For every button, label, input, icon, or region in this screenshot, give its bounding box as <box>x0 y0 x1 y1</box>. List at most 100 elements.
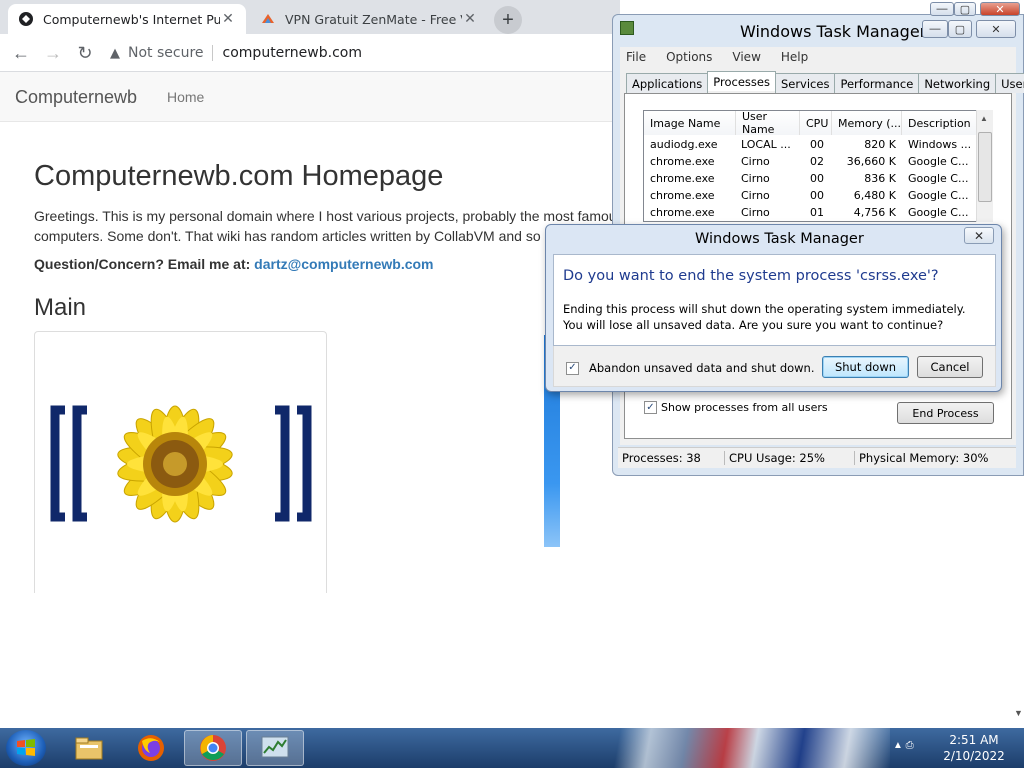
scrollbar-thumb[interactable] <box>978 132 992 202</box>
column-image-name[interactable]: Image Name <box>644 111 736 135</box>
process-desc: Google C... <box>908 206 969 219</box>
menu-file[interactable]: File <box>626 50 646 64</box>
clock-time: 2:51 AM <box>949 733 999 747</box>
intro-line: computers. Some don't. That wiki has ran… <box>34 228 541 244</box>
process-mem: 6,480 K <box>853 189 896 202</box>
close-tab-icon[interactable]: ✕ <box>462 11 478 27</box>
tab-title: VPN Gratuit ZenMate - Free VPN <box>285 11 462 27</box>
task-manager-tabs: Applications Processes Services Performa… <box>626 71 1024 93</box>
process-row[interactable]: audiodg.exe LOCAL ... 00 820 K Windows ... <box>644 136 979 153</box>
url-text[interactable]: computernewb.com <box>211 45 362 61</box>
abandon-data-label: Abandon unsaved data and shut down. <box>589 361 815 375</box>
menu-options[interactable]: Options <box>666 50 712 64</box>
address-bar[interactable]: ▲ Not secure computernewb.com <box>110 39 362 67</box>
process-mem: 36,660 K <box>846 155 896 168</box>
process-desc: Windows ... <box>908 138 972 151</box>
column-user-name[interactable]: User Name <box>736 111 800 136</box>
task-manager-app-icon <box>620 21 634 35</box>
process-cpu: 01 <box>810 206 824 219</box>
process-cpu: 00 <box>810 189 824 202</box>
process-image: chrome.exe <box>650 189 715 202</box>
process-row[interactable]: chrome.exe Cirno 02 36,660 K Google C... <box>644 153 979 170</box>
site-brand[interactable]: Computernewb <box>15 87 137 108</box>
tab-networking[interactable]: Networking <box>918 73 997 93</box>
process-list[interactable]: Image Name User Name CPU Memory (... Des… <box>643 110 993 222</box>
dialog-description: Ending this process will shut down the o… <box>563 302 966 332</box>
column-memory[interactable]: Memory (... <box>832 111 902 135</box>
menu-help[interactable]: Help <box>781 50 808 64</box>
back-icon[interactable]: ← <box>8 40 34 66</box>
show-all-users-option[interactable]: ✓ Show processes from all users <box>644 401 828 414</box>
column-description[interactable]: Description <box>902 111 978 135</box>
system-clock[interactable]: 2:51 AM 2/10/2022 <box>938 732 1010 764</box>
contact-email-link[interactable]: dartz@computernewb.com <box>254 256 433 272</box>
tab-strip: Computernewb's Internet Pub H ✕ VPN Grat… <box>0 0 620 34</box>
process-mem: 820 K <box>864 138 896 151</box>
process-image: chrome.exe <box>650 206 715 219</box>
windows-logo-icon <box>17 739 35 756</box>
task-manager-menubar: File Options View Help <box>620 47 1016 67</box>
process-user: Cirno <box>741 172 770 185</box>
menu-view[interactable]: View <box>732 50 760 64</box>
clock-date: 2/10/2022 <box>943 749 1005 763</box>
maximize-icon[interactable]: ▢ <box>954 2 976 16</box>
minimize-icon[interactable]: — <box>930 2 954 16</box>
tab-processes[interactable]: Processes <box>707 71 776 91</box>
zenmate-favicon-icon <box>260 11 276 27</box>
process-row[interactable]: chrome.exe Cirno 01 4,756 K Google C... <box>644 204 979 221</box>
process-desc: Google C... <box>908 189 969 202</box>
forward-icon[interactable]: → <box>40 40 66 66</box>
process-desc: Google C... <box>908 172 969 185</box>
end-process-button[interactable]: End Process <box>897 402 994 424</box>
tab-applications[interactable]: Applications <box>626 73 709 93</box>
warning-icon: ▲ <box>110 45 120 61</box>
close-tab-icon[interactable]: ✕ <box>220 11 236 27</box>
process-user: LOCAL ... <box>741 138 791 151</box>
page-title: Computernewb.com Homepage <box>34 160 444 192</box>
page-scroll-down-icon[interactable]: ▼ <box>1014 708 1024 728</box>
status-memory: Physical Memory: 30% <box>854 451 988 465</box>
maximize-icon[interactable]: ▢ <box>948 20 972 38</box>
process-row[interactable]: chrome.exe Cirno 00 6,480 K Google C... <box>644 187 979 204</box>
task-manager-taskbar-icon[interactable] <box>246 730 304 766</box>
intro-paragraph: Greetings. This is my personal domain wh… <box>34 206 614 246</box>
tab-title: Computernewb's Internet Pub H <box>43 11 220 27</box>
show-all-users-checkbox[interactable]: ✓ <box>644 401 657 414</box>
process-row[interactable]: chrome.exe Cirno 00 836 K Google C... <box>644 170 979 187</box>
show-all-users-label: Show processes from all users <box>661 401 828 414</box>
tab-services[interactable]: Services <box>774 73 836 93</box>
new-tab-button[interactable]: + <box>494 6 522 34</box>
column-cpu[interactable]: CPU <box>800 111 832 135</box>
dialog-question: Do you want to end the system process 'c… <box>563 268 939 284</box>
process-desc: Google C... <box>908 155 969 168</box>
status-processes: Processes: 38 <box>622 451 701 465</box>
tab-computernewb[interactable]: Computernewb's Internet Pub H ✕ <box>8 4 246 34</box>
close-icon[interactable]: ✕ <box>976 20 1016 38</box>
close-icon[interactable]: ✕ <box>980 2 1020 16</box>
process-cpu: 00 <box>810 138 824 151</box>
shut-down-button[interactable]: Shut down <box>822 356 909 378</box>
tab-performance[interactable]: Performance <box>834 73 920 93</box>
taskbar-wallpaper-peek <box>590 728 890 768</box>
process-image: audiodg.exe <box>650 138 718 151</box>
minimize-icon[interactable]: — <box>922 20 948 38</box>
process-user: Cirno <box>741 206 770 219</box>
chrome-taskbar-icon[interactable] <box>184 730 242 766</box>
start-button[interactable] <box>6 730 46 766</box>
dialog-close-icon[interactable]: ✕ <box>964 227 994 244</box>
process-image: chrome.exe <box>650 172 715 185</box>
cancel-button[interactable]: Cancel <box>917 356 983 378</box>
nav-home-link[interactable]: Home <box>167 89 204 105</box>
tab-zenmate[interactable]: VPN Gratuit ZenMate - Free VPN ✕ <box>250 4 488 34</box>
reload-icon[interactable]: ↻ <box>72 40 98 66</box>
tab-users[interactable]: Users <box>995 73 1024 93</box>
firefox-taskbar-icon[interactable] <box>122 730 180 766</box>
process-user: Cirno <box>741 189 770 202</box>
file-explorer-taskbar-icon[interactable] <box>60 730 118 766</box>
abandon-data-checkbox[interactable]: ✓ <box>566 361 579 375</box>
tray-icons[interactable]: ▲ ⎙ <box>893 740 914 751</box>
process-list-scrollbar[interactable]: ▲ <box>976 110 993 222</box>
security-status[interactable]: Not secure <box>128 45 204 61</box>
status-cpu: CPU Usage: 25% <box>724 451 825 465</box>
abandon-data-option[interactable]: ✓ Abandon unsaved data and shut down. <box>566 361 815 375</box>
